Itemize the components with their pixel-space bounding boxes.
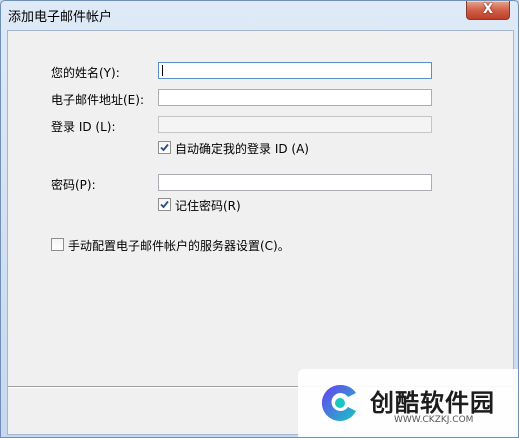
login-id-label: 登录 ID (L):	[51, 120, 116, 134]
title-bar[interactable]: 添加电子邮件帐户 X	[1, 1, 518, 27]
checkmark-icon	[160, 143, 169, 152]
brand-logo-icon	[321, 384, 356, 421]
manual-config-checkbox[interactable]	[51, 238, 64, 251]
manual-config-label: 手动配置电子邮件帐户的服务器设置(C)。	[68, 239, 290, 253]
brand-url: WWW.CKZKJ.COM	[394, 415, 474, 425]
email-label: 电子邮件地址(E):	[51, 93, 144, 107]
remember-password-label: 记住密码(R)	[175, 199, 241, 213]
auto-login-id-checkbox[interactable]	[158, 141, 171, 154]
name-label: 您的姓名(Y):	[51, 66, 120, 80]
email-input[interactable]	[158, 89, 432, 106]
close-button[interactable]: X	[466, 1, 510, 20]
brand-name: 创酷软件园	[370, 389, 495, 417]
remember-password-checkbox[interactable]	[158, 198, 171, 211]
add-email-account-dialog: 添加电子邮件帐户 X 您的姓名(Y): 电子邮件地址(E): 登录 ID (L)…	[0, 0, 519, 438]
watermark: 创酷软件园 WWW.CKZKJ.COM	[298, 369, 518, 437]
password-label: 密码(P):	[51, 178, 96, 192]
auto-login-id-label: 自动确定我的登录 ID (A)	[175, 142, 309, 156]
dialog-title: 添加电子邮件帐户	[8, 10, 113, 25]
login-id-input[interactable]	[158, 116, 432, 133]
close-icon: X	[482, 2, 494, 17]
text-caret	[162, 65, 163, 76]
password-input[interactable]	[158, 174, 432, 191]
checkmark-icon	[160, 200, 169, 209]
name-input[interactable]	[158, 62, 432, 79]
